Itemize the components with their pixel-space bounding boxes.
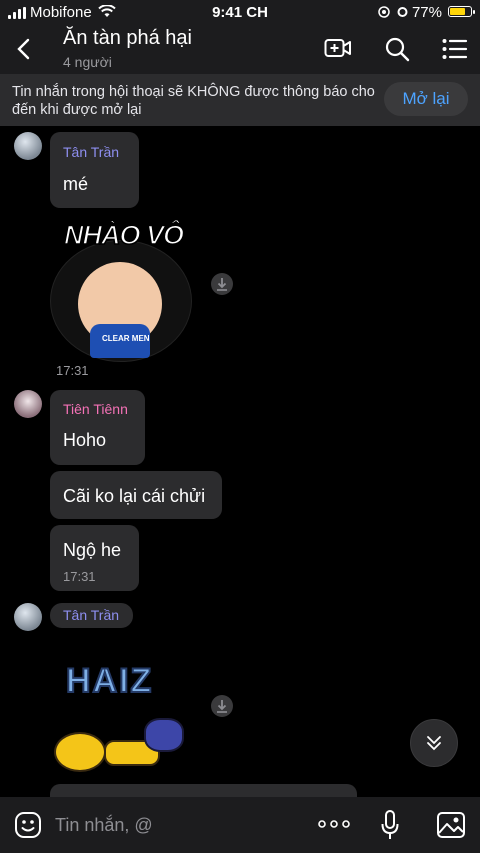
mute-notice-text: Tin nhắn trong hội thoại sẽ KHÔNG được t… [12, 84, 375, 118]
sticker-haiz[interactable]: HAIZ [48, 660, 198, 772]
avatar[interactable] [14, 390, 42, 418]
sticker-chick [54, 732, 106, 772]
message-text: Hoho [63, 430, 107, 450]
download-icon[interactable] [211, 695, 233, 717]
sender-name: Tiên Tiênn [63, 401, 128, 417]
unmute-button[interactable]: Mở lại [384, 82, 468, 116]
location-lock-icon [378, 6, 390, 18]
avatar[interactable] [14, 603, 42, 631]
battery-percent: 77% [411, 4, 442, 21]
emoji-icon[interactable] [14, 811, 42, 839]
scroll-down-button[interactable] [410, 719, 458, 767]
sender-name-chip: Tân Trần [50, 603, 133, 628]
composer-bar: Tin nhắn, @ [0, 797, 480, 853]
message-text: Cãi ko lại cái chửi [63, 486, 206, 506]
sticker-shirt-text: CLEAR MEN [102, 334, 150, 343]
sticker-blanket [144, 718, 184, 752]
message-time: 17:31 [63, 569, 96, 584]
chat-header: Ăn tàn phá hại 4 người [0, 24, 480, 74]
conversation-title[interactable]: Ăn tàn phá hại [63, 27, 192, 50]
avatar[interactable] [14, 132, 42, 160]
image-icon[interactable] [436, 811, 466, 839]
more-icon[interactable] [318, 820, 350, 828]
sticker-caption: HAIZ [65, 661, 154, 701]
message-time: 17:31 [56, 363, 89, 378]
search-icon[interactable] [384, 36, 410, 62]
video-call-icon[interactable] [324, 36, 352, 60]
member-count: 4 người [63, 54, 112, 70]
message-text: Ngộ he [63, 540, 122, 560]
message-bubble[interactable]: Cãi ko lại cái chửi [50, 471, 222, 519]
back-icon[interactable] [16, 38, 30, 60]
message-bubble[interactable]: Tân Trần mé [50, 132, 139, 208]
mute-notice-banner: Tin nhắn trong hội thoại sẽ KHÔNG được t… [0, 74, 480, 126]
scroll-down-icon [427, 736, 441, 751]
mic-icon[interactable] [381, 810, 399, 840]
menu-icon[interactable] [442, 38, 468, 60]
download-icon[interactable] [211, 273, 233, 295]
alarm-icon [397, 7, 408, 17]
sticker-nhao-vo[interactable]: CLEAR MEN NHÀO VÔ [50, 212, 192, 362]
message-bubble[interactable]: Ngộ he 17:31 [50, 525, 139, 591]
status-bar: Mobifone 9:41 CH 77% [0, 0, 480, 24]
message-input[interactable]: Tin nhắn, @ [55, 815, 153, 836]
message-bubble[interactable]: Tiên Tiênn Hoho [50, 390, 145, 465]
battery-icon [448, 6, 475, 17]
message-text: mé [63, 174, 89, 194]
sender-name: Tân Trần [63, 607, 120, 623]
sender-name: Tân Trần [63, 144, 120, 160]
sticker-caption: NHÀO VÔ [63, 219, 185, 251]
